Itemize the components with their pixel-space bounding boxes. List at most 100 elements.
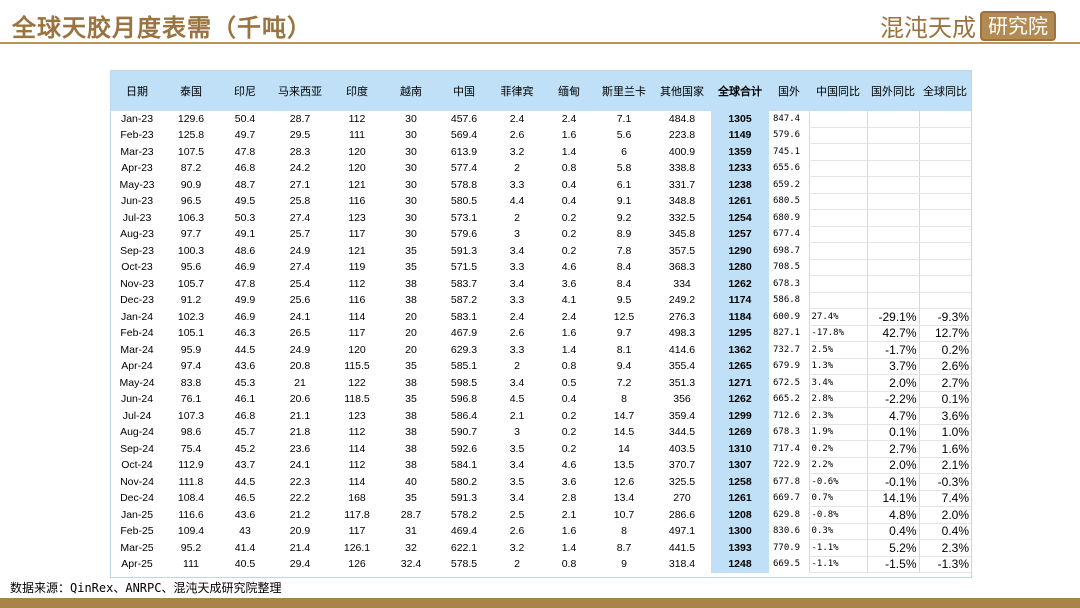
table-cell: 38 xyxy=(405,442,417,455)
table-cell: 332.5 xyxy=(668,211,696,224)
table-cell: 47.8 xyxy=(234,145,256,158)
table-cell: 591.3 xyxy=(450,492,478,505)
table-cell: 1300 xyxy=(711,523,769,540)
table-cell: 120 xyxy=(348,162,366,175)
table-row: Jan-25 116.6 43.6 21.2 117.8 28.7 578.2 2.5 2.1 1… xyxy=(111,506,971,524)
table-cell: 1305 xyxy=(711,111,769,127)
table-cell: 596.8 xyxy=(450,393,478,406)
table-cell: 117.8 xyxy=(344,508,370,521)
table-cell: 83.8 xyxy=(180,376,202,389)
table-cell: 8 xyxy=(621,525,627,538)
table-cell: 1359 xyxy=(711,143,769,160)
table-cell: 717.4 xyxy=(773,443,801,454)
table-cell: 0.2 xyxy=(561,442,577,455)
table-cell: 20 xyxy=(405,327,417,340)
table-cell: 584.1 xyxy=(450,459,478,472)
table-cell: 497.1 xyxy=(668,525,696,538)
table-cell: 105.7 xyxy=(177,277,205,290)
table-cell: 3.4 xyxy=(509,376,525,389)
table-cell: 49.5 xyxy=(234,195,256,208)
table-cell: 1.3% xyxy=(808,358,868,375)
table-cell: 14.5 xyxy=(613,426,635,439)
table-cell: 2.8% xyxy=(808,391,868,408)
table-cell: 355.4 xyxy=(668,360,696,373)
table-cell: 677.4 xyxy=(773,229,801,240)
table-cell xyxy=(808,242,868,260)
table-cell: 3.3 xyxy=(509,261,525,274)
table-cell: 12.5 xyxy=(613,310,635,323)
table-cell: 600.9 xyxy=(773,311,801,322)
table-cell: 318.4 xyxy=(668,558,696,571)
table-cell: 38 xyxy=(405,459,417,472)
table-cell: 414.6 xyxy=(668,343,696,356)
table-cell xyxy=(919,127,971,144)
table-cell: 8.9 xyxy=(616,228,632,241)
table-cell: 168 xyxy=(348,492,366,505)
table-cell: 44.5 xyxy=(234,475,256,488)
table-cell: May-23 xyxy=(119,178,155,191)
table-cell: 3 xyxy=(514,228,520,241)
table-cell: 105.1 xyxy=(177,327,205,340)
table-cell: 1280 xyxy=(711,259,769,276)
table-row: Feb-23 125.8 49.7 29.5 111 30 569.4 2.6 1.6 5.6 22… xyxy=(111,127,971,144)
table-cell: 357.5 xyxy=(668,244,696,257)
table-cell xyxy=(808,127,868,144)
table-cell: 3.4 xyxy=(509,244,525,257)
table-cell xyxy=(919,292,971,309)
table-cell: 569.4 xyxy=(450,129,478,142)
table-cell: 2.8 xyxy=(561,492,577,505)
table-cell: 0.1% xyxy=(919,391,971,408)
table-cell: 38 xyxy=(405,277,417,290)
table-cell: 348.8 xyxy=(668,195,696,208)
table-cell: Oct-24 xyxy=(121,459,153,472)
table-cell: 1254 xyxy=(711,209,769,226)
table-cell: -1.3% xyxy=(919,556,971,573)
table-cell: 745.1 xyxy=(773,146,801,157)
table-cell: 4.7% xyxy=(867,407,920,425)
table-cell: 1262 xyxy=(711,391,769,408)
table-cell: 43 xyxy=(239,525,251,538)
table-cell: 4.5 xyxy=(509,393,525,406)
demand-table: 日期 泰国 印尼 马来西亚 印度 越南 中国 菲律宾 缅甸 斯里兰卡 其他国家 全球合计 国外 中国同比国… xyxy=(111,71,971,573)
table-cell: 115.5 xyxy=(344,360,370,373)
table-cell: 659.2 xyxy=(773,179,801,190)
table-cell: 123 xyxy=(348,409,366,422)
table-row: May-23 90.9 48.7 27.1 121 30 578.8 3.3 0.4 6.1 331… xyxy=(111,176,971,194)
table-row: Mar-23 107.5 47.8 28.3 120 30 613.9 3.2 1.4 6 400.… xyxy=(111,143,971,161)
table-cell: 665.2 xyxy=(773,394,801,405)
table-cell: 1265 xyxy=(711,358,769,375)
table-cell: 35 xyxy=(405,393,417,406)
data-source-note: 数据来源：QinRex、ANRPC、混沌天成研究院整理 xyxy=(10,581,282,595)
table-cell: -0.8% xyxy=(808,506,868,524)
table-row: Mar-24 95.9 44.5 24.9 120 20 629.3 3.3 1.4 8.1 414… xyxy=(111,341,971,359)
table-header-row: 日期 泰国 印尼 马来西亚 印度 越南 中国 菲律宾 缅甸 斯里兰卡 其他国家 全球合计 国外 中国同比国… xyxy=(111,71,971,111)
table-row: Apr-23 87.2 46.8 24.2 120 30 577.4 2 0.8 5.8 338.8… xyxy=(111,160,971,177)
table-cell: 29.4 xyxy=(289,558,311,571)
table-row: Oct-23 95.6 46.9 27.4 119 35 571.5 3.3 4.6 8.4 368… xyxy=(111,259,971,276)
table-cell: 118.5 xyxy=(344,393,370,406)
table-cell: 2.4 xyxy=(509,113,525,125)
table-cell: 2.4 xyxy=(509,310,525,323)
table-cell: 111 xyxy=(349,129,365,142)
table-cell: 24.9 xyxy=(289,343,311,356)
table-cell xyxy=(808,292,868,309)
table-cell: 3.6 xyxy=(561,277,577,290)
table-cell: 45.2 xyxy=(234,442,256,455)
column-header: 中国 xyxy=(437,71,491,111)
table-cell: 249.2 xyxy=(668,294,696,307)
table-cell: 613.9 xyxy=(450,145,478,158)
table-cell: 120 xyxy=(348,145,366,158)
table-cell: 95.9 xyxy=(180,343,202,356)
table-cell: 571.5 xyxy=(450,261,478,274)
table-cell xyxy=(867,242,920,260)
table-cell: 2.0% xyxy=(919,506,971,524)
table-cell: Apr-23 xyxy=(121,162,153,175)
table-cell: 0.4% xyxy=(919,523,971,540)
table-row: Jan-23 129.6 50.4 28.7 112 30 457.6 2.4 2.4 7.1 48… xyxy=(111,111,971,128)
table-cell: 32.4 xyxy=(400,558,422,571)
table-cell: 30 xyxy=(405,145,417,158)
table-cell: 30 xyxy=(405,129,417,142)
table-cell: 669.7 xyxy=(773,493,801,504)
table-cell: 368.3 xyxy=(668,261,696,274)
table-row: Dec-23 91.2 49.9 25.6 116 38 587.2 3.3 4.1 9.5 249… xyxy=(111,292,971,309)
